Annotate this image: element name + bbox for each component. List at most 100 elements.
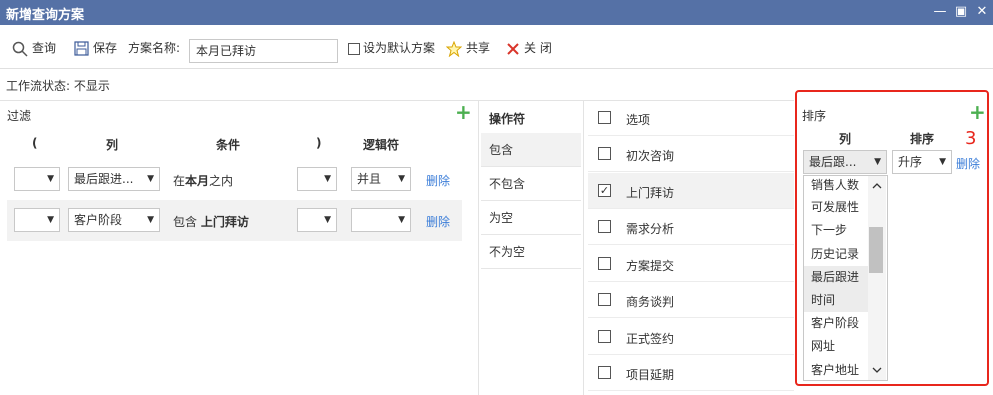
dropdown-option[interactable]: 网址 [804,335,870,358]
save-button[interactable]: 保存 [74,38,117,58]
chevron-down-icon: ▼ [874,157,881,167]
filter-row: ▼ 客户阶段 ▼ 包含 上门拜访 ▼ ▼ 删除 [7,200,462,241]
operator-divider [583,100,584,395]
option-label: 上门拜访 [626,185,675,200]
sort-column-header: 列 [839,132,852,146]
scrollbar-thumb[interactable] [869,227,883,273]
checkbox[interactable] [598,366,611,379]
condition-suffix: 之内 [209,174,234,188]
option-label: 项目延期 [626,368,675,382]
star-icon [446,40,462,57]
option-row[interactable]: ✓ 上门拜访 [588,172,794,209]
dropdown-option[interactable]: 最后跟进 [804,266,870,289]
sort-order-select[interactable]: 升序 ▼ [892,150,952,174]
default-scheme-checkbox[interactable]: 设为默认方案 [348,38,435,58]
option-row[interactable]: 商务谈判 [588,282,794,318]
add-filter-icon[interactable]: + [455,102,472,122]
condition-prefix: 包含 [173,215,201,229]
search-icon [12,41,28,57]
column-select[interactable]: 客户阶段 ▼ [68,208,160,232]
delete-filter-link[interactable]: 删除 [426,172,450,189]
dropdown-option[interactable]: 时间 [804,289,870,312]
checkbox[interactable] [598,256,611,270]
chevron-down-icon: ▼ [324,215,331,225]
condition-prefix: 在 [173,174,186,188]
header-lparen: ( [32,136,38,150]
operator-item[interactable]: 包含 [481,133,581,167]
title-bar: 新增查询方案 — ▣ ✕ [0,0,993,25]
lparen-select[interactable]: ▼ [14,208,60,232]
query-button[interactable]: 查询 [12,38,56,58]
workflow-status: 工作流状态: 不显示 [6,79,110,93]
options-header-row[interactable]: 选项 [588,100,794,136]
delete-sort-link[interactable]: 删除 [956,155,980,172]
chevron-down-icon: ▼ [47,215,54,225]
dropdown-option[interactable]: 客户阶段 [804,312,870,335]
chevron-down-icon: ▼ [324,174,331,184]
header-column: 列 [106,138,119,152]
scroll-up-icon[interactable] [872,182,882,190]
maximize-button[interactable]: ▣ [953,3,969,21]
sort-order-value: 升序 [898,155,923,169]
checkbox[interactable] [598,329,611,343]
save-icon [74,41,89,56]
checkbox[interactable] [598,293,611,306]
dropdown-scrollbar[interactable] [868,176,886,380]
condition-value: 上门拜访 [200,215,249,229]
option-row[interactable]: 正式签约 [588,319,794,355]
dropdown-option[interactable]: 下一步 [804,219,870,242]
query-label: 查询 [32,41,57,55]
option-row[interactable]: 需求分析 [588,209,794,245]
condition-text: 包含 上门拜访 [173,213,249,230]
operator-item[interactable]: 不包含 [481,167,581,201]
option-row[interactable]: 初次咨询 [588,136,794,172]
default-scheme-label: 设为默认方案 [363,41,436,55]
checkbox-box[interactable] [348,42,360,55]
condition-text: 在本月之内 [173,172,233,189]
scroll-down-icon[interactable] [872,366,882,374]
checked-checkbox[interactable]: ✓ [598,183,611,197]
minimize-button[interactable]: — [932,3,948,21]
add-sort-icon[interactable]: + [969,102,986,122]
operator-item[interactable]: 为空 [481,201,581,235]
operator-item[interactable]: 不为空 [481,235,581,269]
rparen-select[interactable]: ▼ [297,167,337,191]
operator-title: 操作符 [489,112,526,126]
scheme-name-input[interactable]: 本月已拜访 [189,39,338,63]
close-window-button[interactable]: ✕ [974,3,990,21]
share-label: 共享 [466,41,491,55]
save-label: 保存 [93,41,118,55]
dropdown-option[interactable]: 历史记录 [804,243,870,266]
column-select[interactable]: 最后跟进... ▼ [68,167,160,191]
logic-select[interactable]: ▼ [351,208,411,232]
chevron-down-icon: ▼ [398,215,405,225]
lparen-select[interactable]: ▼ [14,167,60,191]
dropdown-option[interactable]: 客户地址 [804,359,870,380]
option-label: 正式签约 [626,331,675,346]
checkbox[interactable] [598,220,611,233]
select-all-checkbox[interactable] [598,111,611,124]
sort-column-select[interactable]: 最后跟... ▼ [803,150,887,174]
option-label: 需求分析 [626,222,675,236]
option-row[interactable]: 方案提交 [588,246,794,282]
logic-select[interactable]: 并且 ▼ [351,167,411,191]
share-button[interactable]: 共享 [446,38,490,58]
window-title: 新增查询方案 [6,8,85,23]
close-button[interactable]: 关 闭 [506,38,552,58]
dropdown-option[interactable]: 可发展性 [804,196,870,219]
option-label: 商务谈判 [626,295,675,309]
toolbar: 查询 保存 方案名称: 本月已拜访 设为默认方案 共享 关 闭 [0,25,993,69]
chevron-down-icon: ▼ [398,174,405,184]
filter-divider [478,100,479,395]
delete-filter-link[interactable]: 删除 [426,213,450,230]
option-row[interactable]: 项目延期 [588,355,794,391]
sort-order-header: 排序 [910,132,935,146]
header-condition: 条件 [216,138,241,152]
annotation-number: 3 [965,128,977,149]
checkbox[interactable] [598,147,611,160]
rparen-select[interactable]: ▼ [297,208,337,232]
option-label: 方案提交 [626,258,675,273]
column-value: 客户阶段 [74,213,123,227]
dropdown-option[interactable]: 销售人数 [804,176,870,197]
header-rparen: ) [316,136,322,150]
